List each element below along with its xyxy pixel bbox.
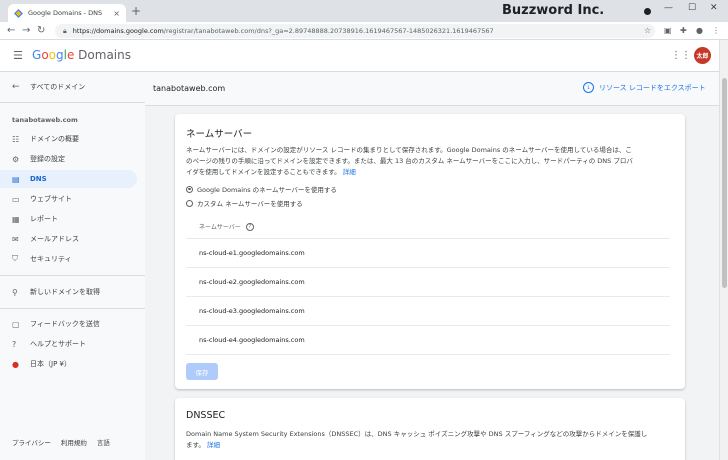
back-arrow-icon[interactable]: ←	[7, 25, 15, 37]
sidebar-footer: プライバシー 利用規約 言語	[12, 437, 110, 447]
save-button[interactable]: 保存	[186, 363, 218, 380]
dnssec-description: Domain Name System Security Extensions（D…	[186, 430, 648, 449]
report-icon: ▦	[12, 214, 20, 224]
url-host: https://domains.google.com	[72, 27, 164, 35]
help-icon: ?	[12, 339, 17, 349]
nameserver-description: ネームサーバーには、ドメインの設定がリソース レコードの集まりとして保存されます…	[186, 146, 633, 176]
sidebar-item-feedback[interactable]: ▢ フィードバックを送信	[0, 315, 137, 333]
nameserver-row: ns-cloud-e4.googledomains.com	[186, 326, 670, 355]
dns-icon: ▤	[12, 174, 20, 184]
new-tab-button[interactable]: +	[131, 4, 141, 18]
tab-close-icon[interactable]: ×	[113, 9, 120, 18]
nameserver-row: ns-cloud-e1.googledomains.com	[186, 239, 670, 268]
japan-flag-icon: ●	[12, 359, 19, 369]
app-header: ☰ Google Domains ⋮⋮ 太郎	[0, 40, 719, 72]
brand-watermark: Buzzword Inc.	[502, 3, 605, 18]
sidebar: ← すべてのドメイン tanabotaweb.com ☷ ドメインの概要 ⚙ 登…	[0, 72, 145, 460]
puzzle-icon[interactable]: ✚	[680, 26, 687, 35]
page-scrollbar[interactable]	[719, 40, 728, 460]
profile-icon[interactable]: ●	[696, 26, 703, 35]
gear-icon: ⚙	[12, 154, 20, 164]
sidebar-item-help[interactable]: ? ヘルプとサポート	[0, 335, 137, 353]
divider	[0, 275, 145, 276]
details-link[interactable]: 詳細	[343, 168, 356, 176]
reload-icon[interactable]: ↻	[37, 25, 45, 37]
page-title: tanabotaweb.com	[153, 84, 226, 93]
export-icon: ↓	[583, 82, 594, 93]
back-arrow-icon: ←	[12, 82, 20, 92]
radio-google-nameservers[interactable]: Google Domains のネームサーバーを使用する	[186, 184, 337, 194]
terms-link[interactable]: 利用規約	[61, 437, 87, 447]
sidebar-item-report[interactable]: ▦ レポート	[0, 210, 137, 228]
all-domains-link[interactable]: ← すべてのドメイン	[12, 82, 85, 92]
domain-header: tanabotaweb.com ↓ リソース レコードをエクスポート	[145, 72, 719, 106]
mail-icon: ✉	[12, 234, 19, 244]
web-icon: ▭	[12, 194, 20, 204]
extension-icon[interactable]: ▣	[664, 26, 672, 35]
minimize-button[interactable]: —	[664, 3, 673, 13]
divider	[0, 102, 145, 103]
hamburger-menu-icon[interactable]: ☰	[13, 49, 23, 62]
scrollbar-thumb[interactable]	[722, 78, 727, 288]
bookmark-star-icon[interactable]: ☆	[644, 26, 651, 35]
main-content: tanabotaweb.com ↓ リソース レコードをエクスポート ネームサー…	[145, 72, 719, 460]
export-label: リソース レコードをエクスポート	[599, 83, 706, 92]
menu-kebab-icon[interactable]: ⋮	[712, 26, 720, 35]
close-window-button[interactable]: ✕	[710, 3, 718, 13]
maximize-button[interactable]: ☐	[688, 3, 696, 13]
list-icon: ☷	[12, 134, 20, 144]
shield-icon: ⛉	[12, 254, 18, 263]
nameserver-card: ネームサーバー ネームサーバーには、ドメインの設定がリソース レコードの集まりと…	[175, 114, 685, 389]
sidebar-item-security[interactable]: ⛉ セキュリティ	[0, 250, 137, 268]
sidebar-item-overview[interactable]: ☷ ドメインの概要	[0, 130, 137, 148]
sidebar-item-new-domain[interactable]: ⚲ 新しいドメインを取得	[0, 283, 137, 301]
search-icon: ⚲	[12, 287, 18, 297]
feedback-icon: ▢	[12, 319, 20, 329]
browser-profile-icon[interactable]	[644, 8, 651, 15]
dnssec-title: DNSSEC	[186, 410, 226, 421]
tab-title: Google Domains - DNS	[28, 9, 103, 17]
divider	[0, 308, 145, 309]
sidebar-item-settings[interactable]: ⚙ 登録の設定	[0, 150, 137, 168]
help-icon[interactable]: ?	[245, 222, 254, 231]
radio-custom-nameservers[interactable]: カスタム ネームサーバーを使用する	[186, 198, 303, 208]
apps-grid-icon[interactable]: ⋮⋮	[671, 50, 691, 61]
browser-tab[interactable]: Google Domains - DNS ×	[8, 4, 126, 22]
lock-icon: 🔒︎	[63, 26, 67, 35]
google-domains-logo[interactable]: Google Domains	[32, 48, 131, 62]
export-records-button[interactable]: ↓ リソース レコードをエクスポート	[583, 82, 706, 93]
address-bar[interactable]: 🔒︎ https://domains.google.com/registrar/…	[55, 24, 655, 38]
sidebar-item-dns[interactable]: ▤ DNS	[0, 170, 137, 188]
radio-selected-icon[interactable]	[186, 185, 193, 193]
nameserver-column-header: ネームサーバー ?	[199, 222, 254, 231]
nameserver-row: ns-cloud-e2.googledomains.com	[186, 268, 670, 297]
avatar[interactable]: 太郎	[694, 47, 711, 64]
all-domains-label: すべてのドメイン	[30, 83, 86, 91]
nameserver-title: ネームサーバー	[186, 129, 253, 140]
browser-toolbar: ← → ↻ 🔒︎ https://domains.google.com/regi…	[0, 22, 728, 40]
radio-unselected-icon[interactable]	[186, 199, 193, 207]
privacy-link[interactable]: プライバシー	[12, 437, 51, 447]
sidebar-domain-name: tanabotaweb.com	[12, 116, 78, 124]
dnssec-details-link[interactable]: 詳細	[207, 441, 220, 449]
sidebar-item-email[interactable]: ✉ メールアドレス	[0, 230, 137, 248]
google-domains-favicon	[14, 8, 23, 18]
forward-arrow-icon[interactable]: →	[22, 25, 30, 37]
nameserver-row: ns-cloud-e3.googledomains.com	[186, 297, 670, 326]
dnssec-card: DNSSEC Domain Name System Security Exten…	[175, 398, 685, 460]
browser-titlebar: Google Domains - DNS × + Buzzword Inc. —…	[0, 0, 728, 22]
url-path: /registrar/tanabotaweb.com/dns?_ga=2.897…	[163, 27, 494, 35]
sidebar-item-region[interactable]: ● 日本（JP ¥）	[0, 355, 137, 373]
sidebar-item-website[interactable]: ▭ ウェブサイト	[0, 190, 137, 208]
language-link[interactable]: 言語	[97, 437, 110, 447]
